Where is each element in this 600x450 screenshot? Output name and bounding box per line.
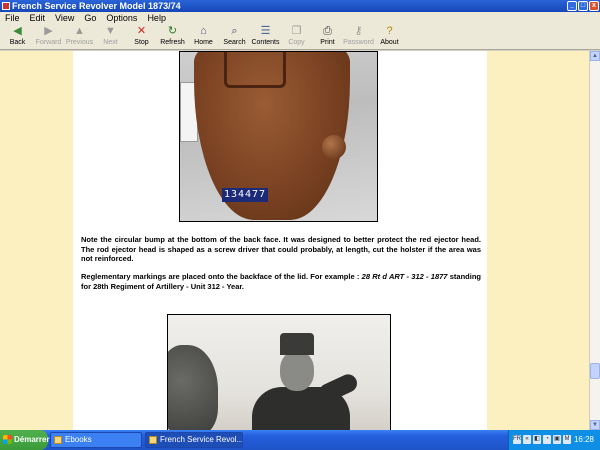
search-button[interactable]: ⌕ Search	[219, 24, 250, 50]
menu-view[interactable]: View	[50, 12, 79, 24]
contents-button[interactable]: ☰ Contents	[250, 24, 281, 50]
about-icon: ?	[386, 25, 393, 37]
password-button[interactable]: ⚷ Password	[343, 24, 374, 50]
menu-options[interactable]: Options	[101, 12, 142, 24]
menu-bar: File Edit View Go Options Help	[0, 12, 600, 24]
toolbar-label: Back	[9, 39, 26, 46]
toolbar-label: Forward	[35, 39, 62, 46]
toolbar-label: Previous	[65, 39, 94, 46]
copy-icon: ❐	[291, 25, 302, 37]
back-arrow-icon: ◀	[13, 25, 22, 37]
menu-edit[interactable]: Edit	[25, 12, 51, 24]
description-paragraph-1: Note the circular bump at the bottom of …	[81, 235, 481, 263]
forward-arrow-icon: ▶	[44, 25, 53, 37]
copy-button[interactable]: ❐ Copy	[281, 24, 312, 50]
soldier-head	[280, 351, 314, 391]
stop-button[interactable]: ✕ Stop	[126, 24, 157, 50]
menu-help[interactable]: Help	[142, 12, 171, 24]
previous-arrow-icon: ▲	[74, 25, 85, 37]
toolbar-label: Next	[103, 39, 118, 46]
vertical-scrollbar[interactable]: ▲ ▼	[589, 51, 600, 430]
search-icon: ⌕	[231, 25, 238, 37]
scroll-up-button[interactable]: ▲	[590, 51, 600, 61]
soldier-kepi	[280, 333, 314, 355]
forward-button[interactable]: ▶ Forward	[33, 24, 64, 50]
print-button[interactable]: ⎙ Print	[312, 24, 343, 50]
taskbar-item-revolver[interactable]: French Service Revol...	[145, 432, 243, 448]
page-content-column: 134477 Note the circular bump at the bot…	[73, 51, 487, 430]
print-icon: ⎙	[323, 25, 332, 37]
minimize-button[interactable]: _	[567, 1, 577, 11]
start-button[interactable]: Démarrer	[0, 430, 50, 450]
holster-strap	[224, 52, 286, 88]
back-button[interactable]: ◀ Back	[2, 24, 33, 50]
para2-text-before: Reglementary markings are placed onto th…	[81, 272, 362, 281]
windows-flag-icon	[3, 435, 12, 444]
toolbar-label: Contents	[251, 39, 280, 46]
toolbar-label: Copy	[288, 39, 305, 46]
taskbar: Démarrer Ebooks French Service Revol... …	[0, 430, 600, 450]
window-title: French Service Revolver Model 1873/74	[12, 1, 181, 11]
taskbar-item-ebooks[interactable]: Ebooks	[50, 432, 142, 448]
toolbar: ◀ Back ▶ Forward ▲ Previous ▼ Next ✕ Stop ↻ Refresh…	[0, 24, 600, 50]
refresh-button[interactable]: ↻ Refresh	[157, 24, 188, 50]
start-label: Démarrer	[14, 435, 50, 444]
help-document-icon	[149, 436, 157, 444]
home-button[interactable]: ⌂ Home	[188, 24, 219, 50]
about-button[interactable]: ? About	[374, 24, 405, 50]
expand-tray-icon[interactable]: «	[523, 435, 531, 444]
system-tray: FR « ◧ ◔ ▣ M 16:28	[508, 430, 600, 450]
scroll-thumb[interactable]	[590, 363, 600, 379]
soldier-photo	[167, 314, 391, 430]
tree-shape	[168, 345, 218, 430]
document-viewport[interactable]: 134477 Note the circular bump at the bot…	[0, 51, 589, 430]
close-button[interactable]: x	[589, 1, 599, 11]
language-icon[interactable]: FR	[513, 435, 521, 444]
description-paragraph-2: Reglementary markings are placed onto th…	[81, 272, 481, 291]
toolbar-label: Print	[320, 39, 335, 46]
refresh-icon: ↻	[167, 25, 178, 37]
menu-file[interactable]: File	[0, 12, 25, 24]
network-icon[interactable]: ◧	[533, 435, 541, 444]
toolbar-label: About	[380, 39, 399, 46]
previous-button[interactable]: ▲ Previous	[64, 24, 95, 50]
window-titlebar[interactable]: French Service Revolver Model 1873/74 _ …	[0, 0, 600, 12]
stop-icon: ✕	[136, 25, 147, 37]
window-controls: _ □ x	[567, 1, 599, 11]
contents-icon: ☰	[260, 25, 271, 37]
toolbar-label: Password	[343, 39, 374, 46]
maximize-button[interactable]: □	[578, 1, 588, 11]
menu-go[interactable]: Go	[79, 12, 101, 24]
app-icon	[2, 2, 10, 10]
volume-icon[interactable]: ◔	[543, 435, 551, 444]
toolbar-label: Refresh	[160, 39, 185, 46]
toolbar-label: Stop	[134, 39, 149, 46]
next-button[interactable]: ▼ Next	[95, 24, 126, 50]
taskbar-item-label: Ebooks	[65, 435, 92, 444]
toolbar-label: Search	[223, 39, 246, 46]
next-arrow-icon: ▼	[105, 25, 116, 37]
scroll-down-button[interactable]: ▼	[590, 420, 600, 430]
serial-plate: 134477	[222, 188, 268, 202]
folder-icon	[54, 436, 62, 444]
tray-icons: FR « ◧ ◔ ▣ M	[513, 435, 571, 444]
para2-marking: 28 Rt d ART - 312 - 1877	[361, 272, 448, 281]
holster-image	[194, 52, 350, 220]
security-icon[interactable]: ▣	[553, 435, 561, 444]
toolbar-label: Home	[194, 39, 213, 46]
mail-icon[interactable]: M	[563, 435, 571, 444]
holster-bump	[322, 135, 346, 159]
home-icon: ⌂	[200, 25, 207, 37]
clock: 16:28	[573, 435, 594, 444]
taskbar-item-label: French Service Revol...	[160, 435, 243, 444]
holster-photo: 134477	[179, 51, 378, 222]
password-icon: ⚷	[354, 25, 363, 37]
